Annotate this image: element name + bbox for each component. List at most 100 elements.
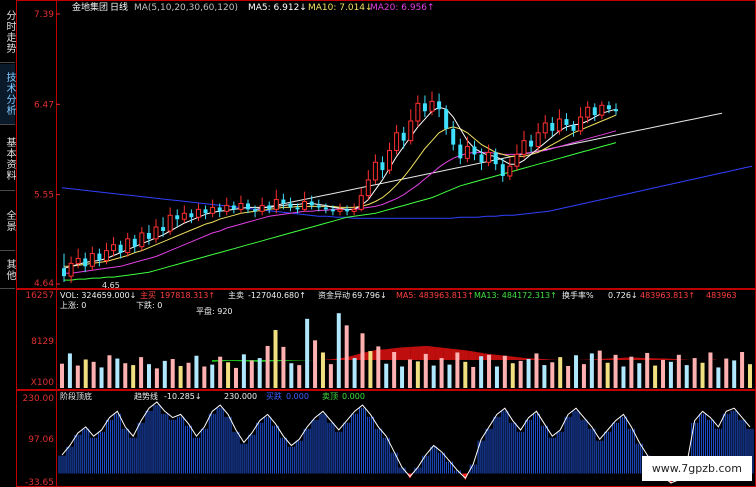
volume-bar [597,350,602,388]
volume-band-segment [633,357,642,360]
volume-bar [692,358,697,388]
volume-bar [740,352,745,388]
candle-body [592,107,597,116]
indicator-tick-label: 230.00 [23,394,55,404]
candle-body [181,212,187,220]
candle-body [273,199,279,210]
volume-bar [463,361,468,388]
volume-bar [518,360,523,388]
turnover-label: 换手率% [562,290,594,300]
candle-body [259,204,265,212]
volume-band-segment [286,359,295,361]
sidebar-tab-4[interactable]: 其他 [0,252,15,289]
candle-body [146,232,151,239]
indicator-tick-label: 97.06 [28,435,54,445]
volume-bar [162,360,167,388]
volume-bar [716,367,721,388]
candle-body [451,128,456,145]
indicator-header: 阶段顶底 趋势线 -10.285↓ 230.000 买跌 0.000 卖顶 0.… [60,391,365,401]
sidebar-tab-0[interactable]: 分时走势 [0,2,15,63]
candle-body [309,201,314,206]
candle-body [302,201,308,210]
volume-bar [574,355,579,388]
volume-bar [431,365,436,388]
sidebar-tab-2[interactable]: 基本资料 [0,128,15,191]
volume-bar [344,325,349,388]
volume-bar [328,364,333,388]
volume-bar [139,357,144,388]
volume-bar [700,362,705,388]
candle-body [75,257,81,264]
volume-bar [194,355,199,388]
sell-label: 卖顶 [322,392,338,401]
sidebar-tab-1[interactable]: 技术分析 [0,64,15,125]
candle-body [578,116,584,132]
volume-band-segment [492,354,502,360]
volume-bar [629,356,634,388]
candle-body [103,250,109,261]
candle-body [571,124,576,131]
ma5-line [63,106,617,269]
volume-bar [566,366,571,388]
sidebar-tab-3[interactable]: 全景 [0,192,15,251]
candle-body [408,120,414,142]
main-sell-value: -127040.680↑ [248,291,306,300]
volume-bar [494,366,499,388]
volume-bar [605,362,610,388]
period-label[interactable]: 日线 [110,1,128,13]
candle-body [529,140,534,147]
volume-bar [305,318,310,388]
volume-band-segment [426,345,436,360]
price-header: 金地集团 日线 MA(5,10,20,30,60,120) MA5: 6.912… [72,1,435,13]
volume-band-segment [294,359,303,361]
volume-bar [281,346,286,388]
candle-body [68,262,74,277]
candle-body [330,209,335,212]
volume-bar [621,366,626,388]
volume-bar [668,361,673,388]
stock-name[interactable]: 金地集团 [72,1,108,13]
candle-body [422,103,427,112]
volume-band-segment [228,359,237,362]
vol-label: VOL: 324659.000↓ [60,291,136,300]
volume-bar [526,359,531,388]
volume-bar [676,354,681,388]
volume-bar [400,366,405,388]
volume-header: VOL: 324659.000↓ 主买 197818.313↑ 主卖 -1270… [60,290,737,316]
fund-label: 资金异动 [318,290,350,300]
volume-band-segment [402,346,411,360]
volume-bar [218,356,223,388]
candle-body [175,215,180,220]
price-tick-label: 4.64 [34,279,54,289]
candle-body [437,101,442,110]
candle-body [493,152,498,165]
candle-body [351,208,357,212]
candle-body [323,207,328,210]
candle-body [479,154,484,163]
volume-bar [186,362,191,388]
candle-body [224,204,230,212]
ma-param-label: MA(5,10,20,30,60,120) [134,3,238,13]
candle-body [372,161,378,181]
volume-bar [376,346,381,388]
buy-value: 0.000 [286,392,309,401]
candle-body [365,179,371,197]
candle-body [167,214,173,232]
trend-label: 趋势线 [134,391,158,401]
indicator-name: 阶段顶底 [60,391,92,401]
volume-bar [233,367,238,388]
volume-bar [684,365,689,388]
candle-body [500,164,505,176]
candle-body [415,102,421,122]
candle-body [507,165,513,177]
volume-bar [732,360,737,388]
candle-body [550,122,555,131]
candle-body [238,202,244,210]
volume-bar [297,365,302,388]
price-tick-label: 5.55 [34,191,54,201]
candle-body [614,109,618,112]
volume-bar [645,352,650,388]
volume-bar [249,360,254,388]
candle-body [472,146,477,155]
candle-body [89,253,95,267]
